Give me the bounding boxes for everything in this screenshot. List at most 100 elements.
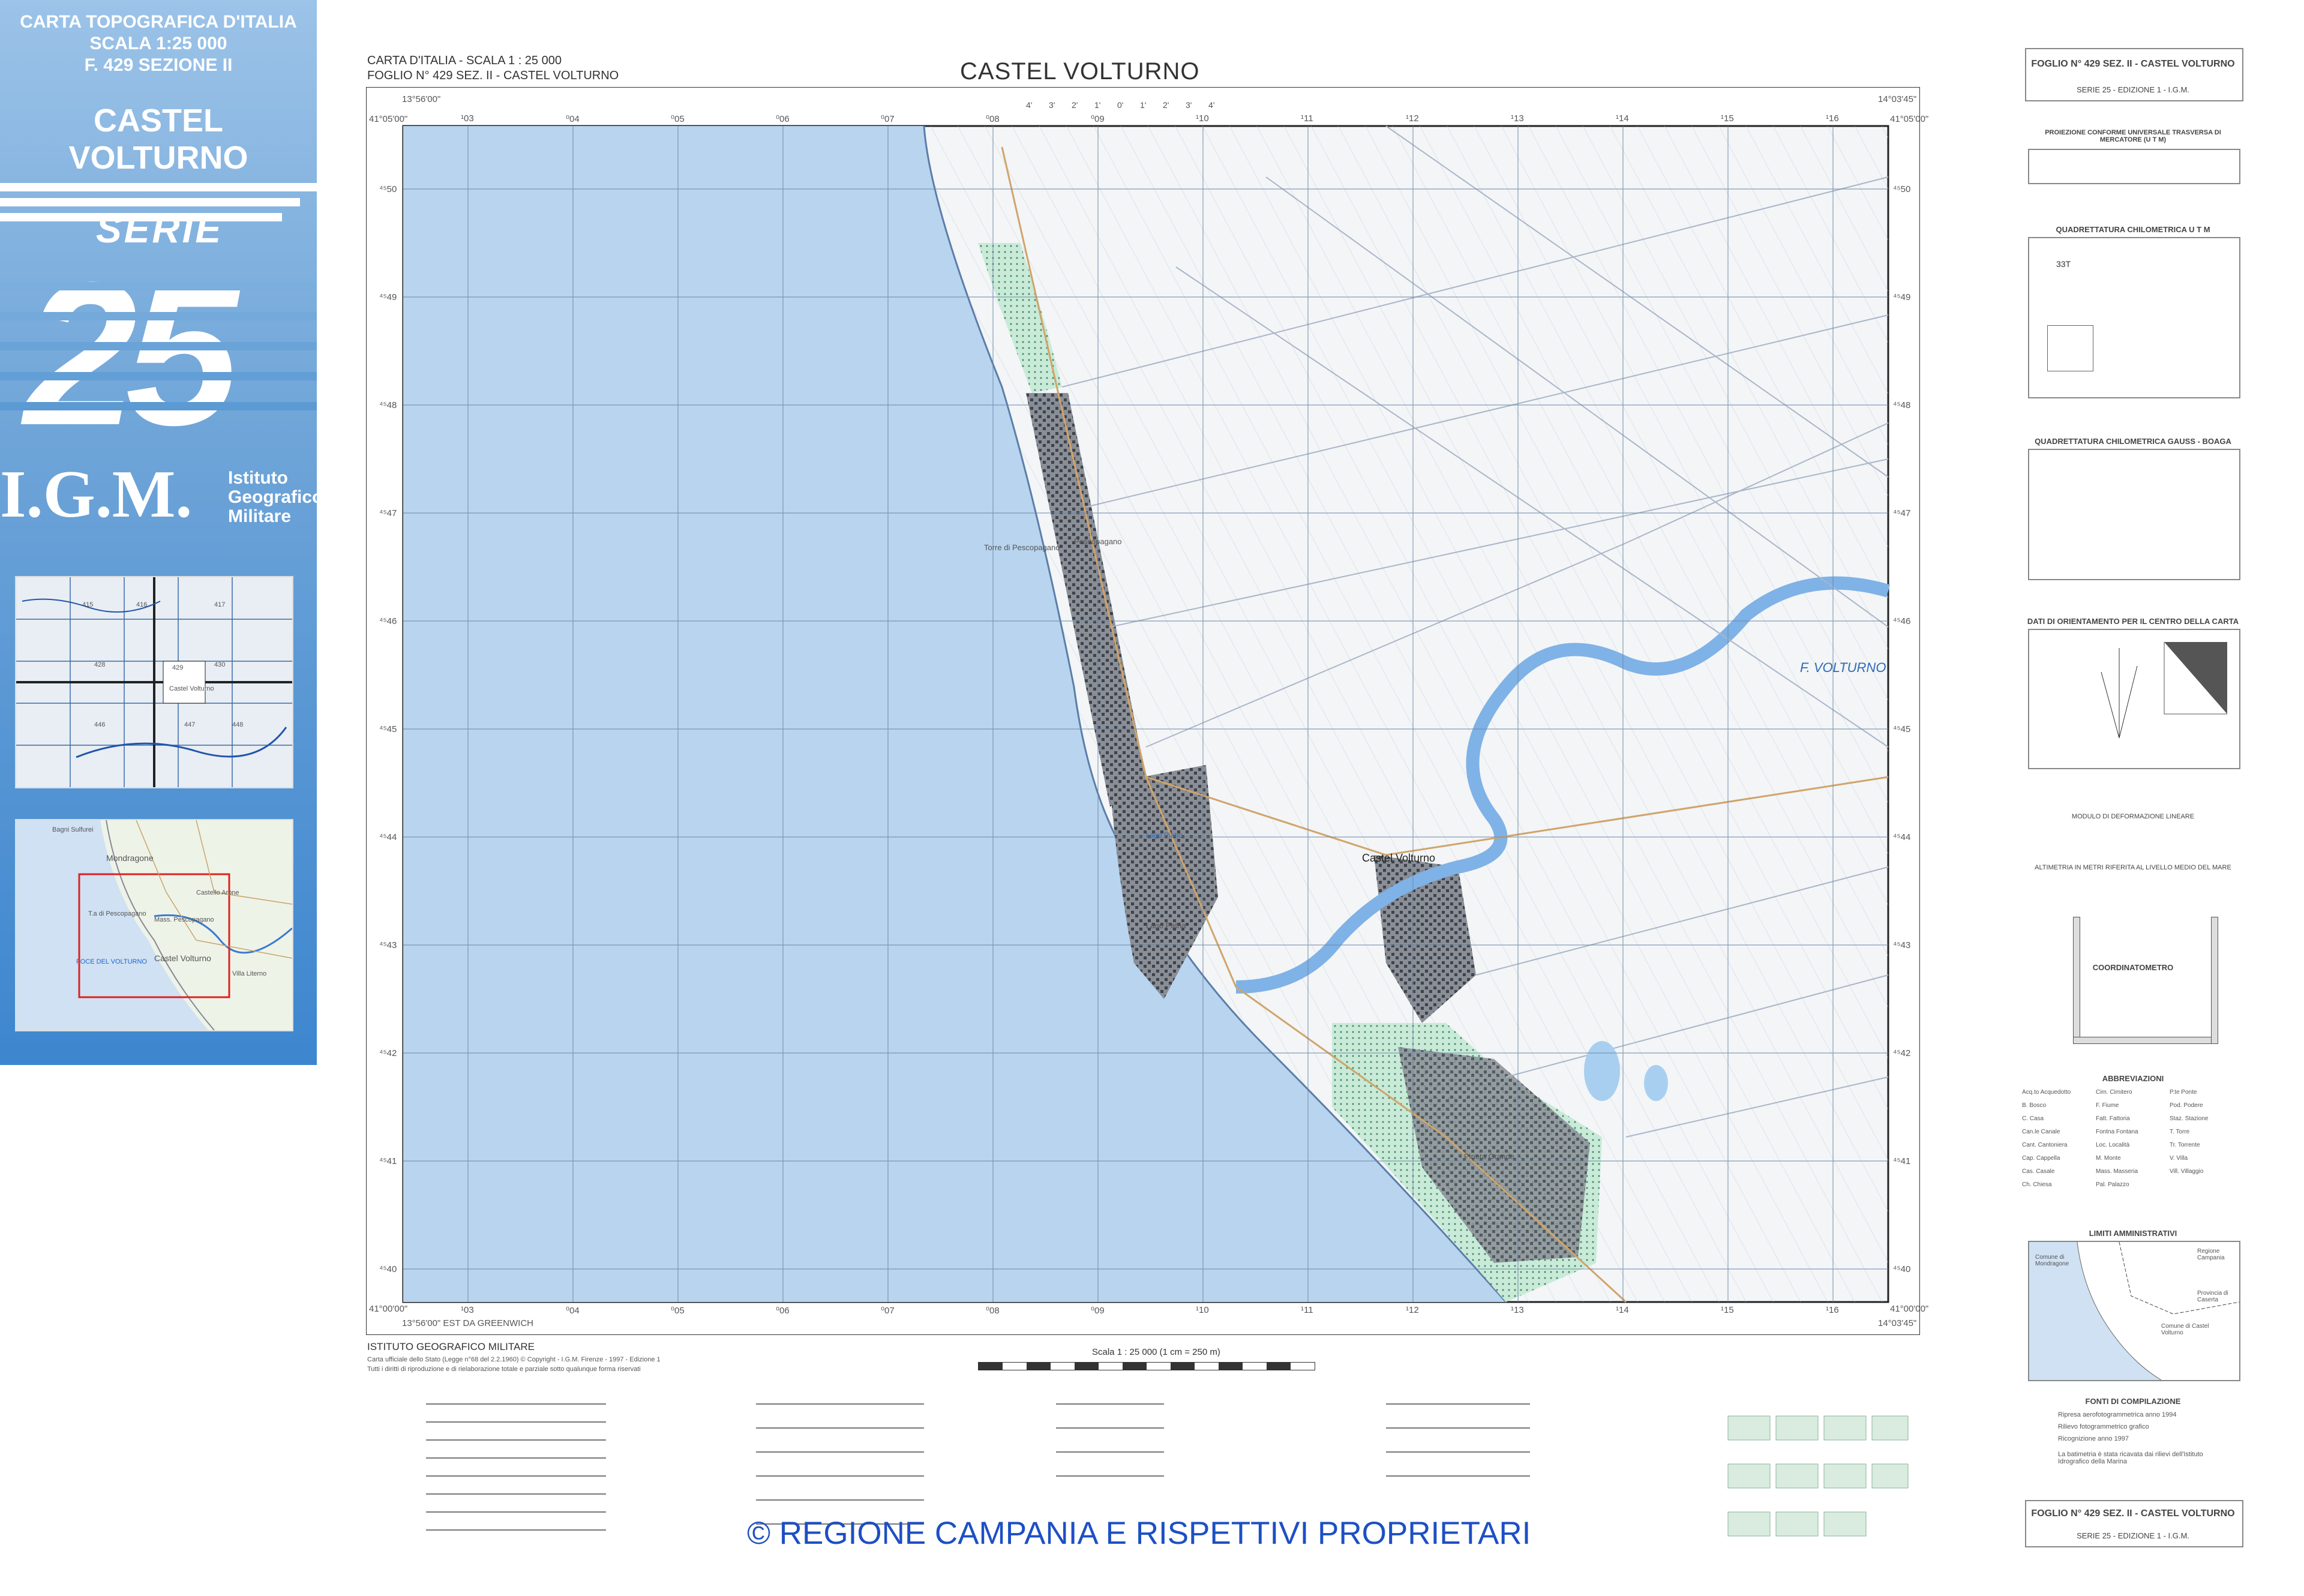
place-label: Pineta Grande bbox=[1464, 1152, 1514, 1161]
abbreviation-item: Staz. Stazione bbox=[2170, 1115, 2209, 1122]
abbreviations-list: Acq.to Acquedotto B. Bosco C. Casa Can.le C… bbox=[2022, 1089, 2244, 1221]
grid-y-label: ⁴⁵50 bbox=[1893, 184, 1911, 194]
legend-symbols bbox=[426, 1403, 1909, 1537]
minute-tick-label: 1' bbox=[1094, 100, 1101, 110]
index-label: 447 bbox=[184, 721, 196, 728]
igm-sub1: Istituto bbox=[228, 468, 288, 488]
place-label: Pescopagano bbox=[1074, 537, 1122, 546]
limits-label: Comune di Mondragone bbox=[2035, 1254, 2069, 1267]
bottom-lat-right: 41°00'00" bbox=[1890, 1304, 1929, 1314]
top-lon-right: 14°03'45" bbox=[1878, 94, 1917, 104]
sheet-index-inset: 415 416 417 428 429 430 Castel Volturno … bbox=[15, 576, 293, 788]
projection-box bbox=[2028, 149, 2240, 184]
grid-x-label: ⁰07 bbox=[881, 114, 895, 124]
location-label: T.a di Pescopagano bbox=[88, 910, 146, 917]
grid-y-label: ⁴⁵47 bbox=[1893, 508, 1911, 518]
stripe bbox=[0, 372, 317, 380]
index-label: 446 bbox=[94, 721, 106, 728]
stripe bbox=[0, 342, 317, 350]
place-label: Castel Volturno bbox=[1362, 852, 1436, 864]
minute-tick-label: 4' bbox=[1026, 100, 1033, 110]
map-title: CASTEL VOLTURNO bbox=[960, 58, 1200, 85]
grid-x-label: ⁰07 bbox=[881, 1306, 895, 1316]
grid-x-label: ⁰04 bbox=[566, 1306, 580, 1316]
grid-y-label: ⁴⁵48 bbox=[1893, 400, 1911, 410]
scale-bar bbox=[978, 1362, 1315, 1370]
scale-text: Scala 1 : 25 000 (1 cm = 250 m) bbox=[1092, 1347, 1220, 1357]
utm-diagram bbox=[2047, 325, 2093, 371]
index-label: 430 bbox=[214, 661, 226, 668]
cover-line1: CARTA TOPOGRAFICA D'ITALIA bbox=[20, 12, 297, 32]
minute-tick-label: 0' bbox=[1117, 100, 1124, 110]
abbreviation-item: B. Bosco bbox=[2022, 1102, 2047, 1109]
map-header-scale: CARTA D'ITALIA - SCALA 1 : 25 000 bbox=[367, 54, 562, 67]
footer-note2: Tutti i diritti di riproduzione e di rie… bbox=[367, 1366, 641, 1373]
right-header-title: FOGLIO N° 429 SEZ. II - CASTEL VOLTURNO bbox=[2031, 59, 2235, 69]
abbreviation-item: Mass. Masseria bbox=[2096, 1168, 2138, 1175]
utm-zone: 33T bbox=[2056, 259, 2071, 269]
location-label: Mondragone bbox=[106, 853, 154, 863]
abbreviation-item: Cap. Cappella bbox=[2022, 1155, 2060, 1162]
map-canvas[interactable] bbox=[365, 86, 1921, 1336]
stripe bbox=[0, 312, 317, 320]
stripe bbox=[0, 402, 317, 410]
grid-y-label: ⁴⁵50 bbox=[379, 184, 397, 194]
grid-y-label: ⁴⁵43 bbox=[379, 940, 397, 950]
minute-tick-label: 2' bbox=[1072, 100, 1078, 110]
grid-y-label: ⁴⁵49 bbox=[379, 292, 397, 302]
coordinatometer-title: COORDINATOMETRO bbox=[2092, 963, 2174, 972]
location-label: Bagni Sulfurei bbox=[52, 826, 94, 833]
fonti-title: FONTI DI COMPILAZIONE bbox=[2085, 1397, 2181, 1406]
limits-label: Provincia di Caserta bbox=[2197, 1290, 2228, 1303]
grid-y-label: ⁴⁵45 bbox=[379, 724, 397, 734]
abbreviation-item: Fatt. Fattoria bbox=[2096, 1115, 2130, 1122]
altimetry-title: ALTIMETRIA IN METRI RIFERITA AL LIVELLO … bbox=[2035, 864, 2231, 871]
bottom-lon-left: 13°56'00" EST DA GREENWICH bbox=[402, 1318, 533, 1328]
igm-logo: I.G.M. bbox=[0, 457, 193, 532]
sheet-index-grid bbox=[16, 577, 292, 787]
abbreviation-item: Ch. Chiesa bbox=[2022, 1181, 2052, 1188]
fonti-line: Ripresa aerofotogrammetrica anno 1994 bbox=[2058, 1411, 2177, 1418]
abbreviation-item: Fontna Fontana bbox=[2096, 1129, 2138, 1135]
grid-x-label: ⁰05 bbox=[671, 114, 685, 124]
stripe bbox=[0, 282, 317, 290]
stripe bbox=[0, 183, 317, 191]
limits-box: Regione Campania Provincia di Caserta Co… bbox=[2028, 1241, 2240, 1381]
location-inset: Bagni Sulfurei Mondragone T.a di Pescopa… bbox=[15, 819, 293, 1031]
index-label: 417 bbox=[214, 601, 226, 608]
topographic-map[interactable]: ¹03 ¹03 ⁰04 ⁰04 ⁰05 ⁰05 ⁰06 ⁰06 ⁰07 ⁰07 ⁰08 ⁰08 ⁰09 ⁰… bbox=[365, 86, 1928, 1336]
grid-x-label: ¹14 bbox=[1616, 1305, 1629, 1315]
minute-tick-label: 3' bbox=[1186, 100, 1192, 110]
grid-y-label: ⁴⁵40 bbox=[1893, 1264, 1911, 1274]
footer-istituto: ISTITUTO GEOGRAFICO MILITARE bbox=[367, 1341, 535, 1352]
location-label: Castello Arone bbox=[196, 889, 239, 896]
location-label: Villa Literno bbox=[232, 970, 267, 977]
abbreviation-item: P.te Ponte bbox=[2170, 1089, 2197, 1096]
limits-title: LIMITI AMMINISTRATIVI bbox=[2089, 1229, 2177, 1238]
grid-y-label: ⁴⁵46 bbox=[379, 616, 397, 626]
gauss-title: QUADRETTATURA CHILOMETRICA GAUSS - BOAGA bbox=[2035, 437, 2231, 446]
limits-label: Regione Campania bbox=[2197, 1248, 2225, 1261]
grid-x-label: ¹15 bbox=[1721, 1305, 1734, 1315]
minute-scale: 4' 3' 2' 1' 0' 1' 2' 3' 4' bbox=[1026, 100, 1231, 111]
abbreviation-item: Can.le Canale bbox=[2022, 1129, 2060, 1135]
abbreviation-item: Tr. Torrente bbox=[2170, 1142, 2200, 1148]
grid-x-label: ⁰06 bbox=[776, 114, 790, 124]
cover-line2: SCALA 1:25 000 bbox=[89, 34, 227, 53]
abbreviation-item: T. Torre bbox=[2170, 1129, 2190, 1135]
grid-x-label: ⁰04 bbox=[566, 114, 580, 124]
index-label: 448 bbox=[232, 721, 244, 728]
abbreviation-item: Acq.to Acquedotto bbox=[2022, 1089, 2071, 1096]
index-label: Castel Volturno bbox=[169, 685, 214, 692]
grid-y-label: ⁴⁵48 bbox=[379, 400, 397, 410]
abbreviation-item: Pod. Podere bbox=[2170, 1102, 2203, 1109]
orient-title: DATI DI ORIENTAMENTO PER IL CENTRO DELLA… bbox=[2027, 617, 2239, 626]
grid-x-label: ¹12 bbox=[1406, 1305, 1419, 1315]
grid-x-label: ¹12 bbox=[1406, 113, 1419, 124]
grid-x-label: ¹11 bbox=[1301, 1305, 1313, 1315]
cover-sheet-name: CASTEL VOLTURNO bbox=[68, 103, 248, 176]
place-label: Lago Patria bbox=[1146, 921, 1186, 930]
grid-x-label: ¹16 bbox=[1826, 113, 1839, 124]
abbreviation-item: Cant. Cantoniera bbox=[2022, 1142, 2068, 1148]
grid-x-label: ⁰08 bbox=[986, 114, 1000, 124]
